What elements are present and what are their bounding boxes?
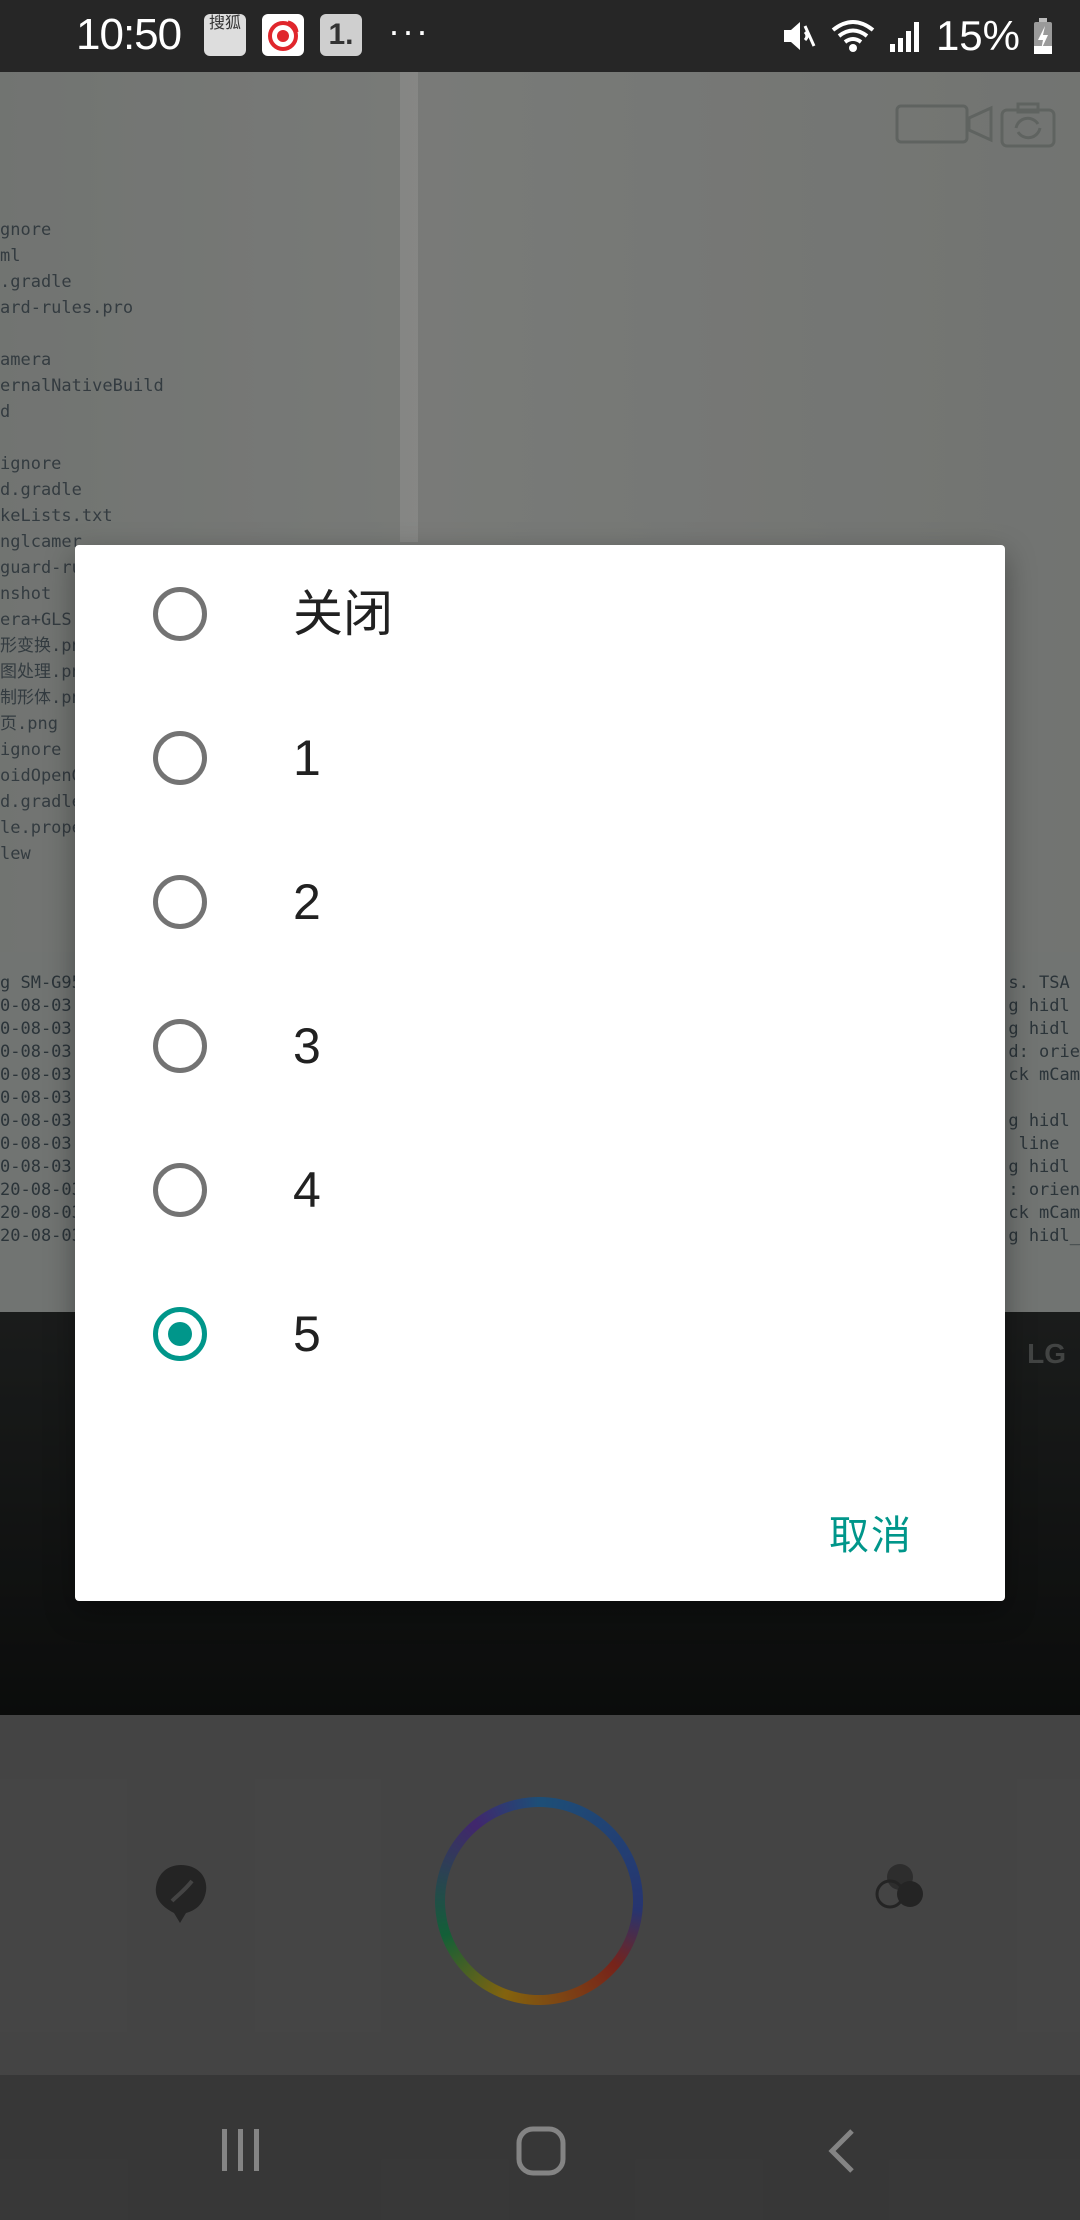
option-label: 4 bbox=[293, 1162, 321, 1218]
option-close[interactable]: 关闭 bbox=[75, 545, 1005, 689]
one-app-notification-icon: 1. bbox=[320, 14, 362, 56]
battery-charging-icon bbox=[1034, 18, 1052, 54]
cancel-button[interactable]: 取消 bbox=[829, 1503, 913, 1561]
radio-button[interactable] bbox=[153, 1163, 207, 1217]
option-label: 1 bbox=[293, 730, 321, 786]
option-3[interactable]: 3 bbox=[75, 977, 1005, 1121]
option-2[interactable]: 2 bbox=[75, 833, 1005, 977]
weibo-notification-icon bbox=[262, 14, 304, 56]
radio-button[interactable] bbox=[153, 875, 207, 929]
signal-icon bbox=[889, 22, 919, 52]
radio-button[interactable] bbox=[153, 731, 207, 785]
battery-percentage: 15% bbox=[935, 12, 1020, 59]
option-4[interactable]: 4 bbox=[75, 1121, 1005, 1265]
one-app-notification-label: 1. bbox=[328, 18, 354, 51]
status-indicators: 15% bbox=[778, 10, 1054, 62]
status-bar: 10:50 搜狐 1. ··· 15% bbox=[0, 0, 1080, 72]
mute-icon bbox=[783, 22, 816, 50]
timer-select-dialog: 关闭 1 2 3 4 5 取消 bbox=[75, 545, 1005, 1601]
radio-selected-dot bbox=[168, 1322, 192, 1346]
more-notifications-icon: ··· bbox=[388, 10, 430, 51]
radio-button[interactable] bbox=[153, 587, 207, 641]
option-label: 5 bbox=[293, 1306, 321, 1362]
radio-button-selected[interactable] bbox=[153, 1307, 207, 1361]
option-label: 关闭 bbox=[293, 586, 393, 642]
sohu-notification-label: 搜狐 bbox=[208, 15, 241, 32]
sohu-notification-icon: 搜狐 bbox=[204, 14, 246, 56]
option-label: 3 bbox=[293, 1018, 321, 1074]
status-time: 10:50 bbox=[76, 10, 182, 59]
radio-button[interactable] bbox=[153, 1019, 207, 1073]
option-label: 2 bbox=[293, 874, 321, 930]
option-5[interactable]: 5 bbox=[75, 1265, 1005, 1409]
wifi-icon bbox=[831, 20, 875, 52]
option-1[interactable]: 1 bbox=[75, 689, 1005, 833]
